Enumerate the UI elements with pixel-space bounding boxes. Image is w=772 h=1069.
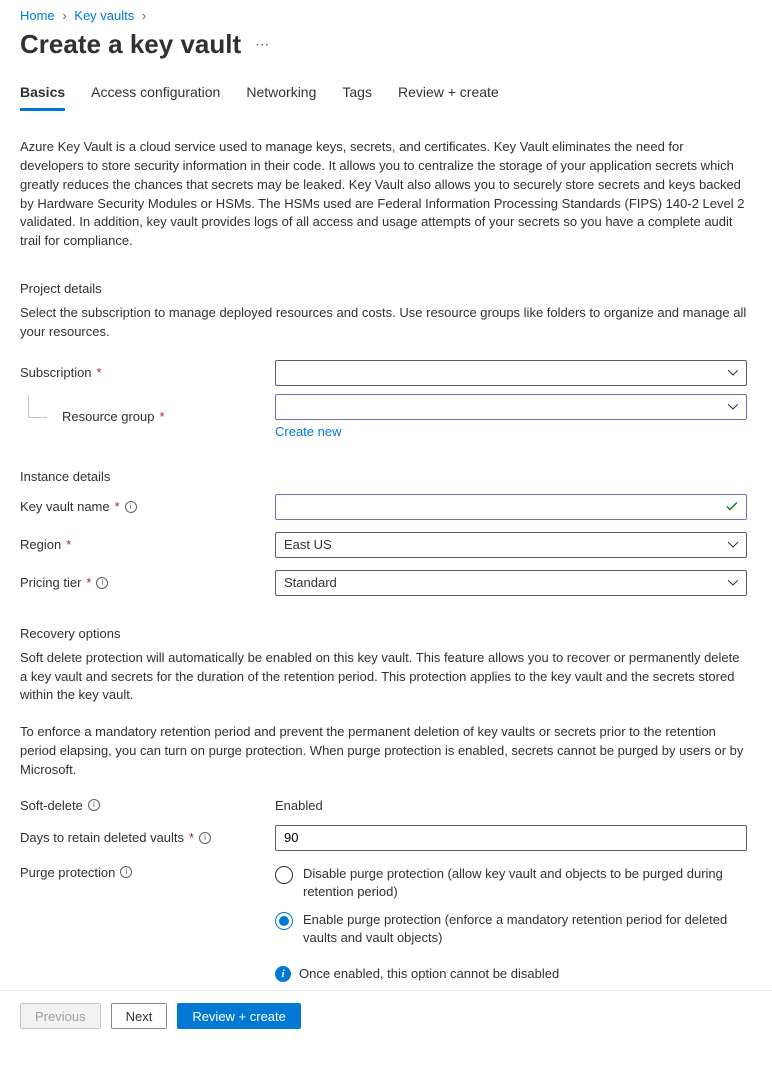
section-recovery-options-title: Recovery options xyxy=(20,626,752,641)
page-title: Create a key vault xyxy=(20,29,241,60)
section-instance-details-title: Instance details xyxy=(20,469,752,484)
purge-protection-label: Purge protection i xyxy=(20,865,275,880)
recovery-desc-2: To enforce a mandatory retention period … xyxy=(20,723,750,780)
days-retain-input[interactable] xyxy=(275,825,747,851)
review-create-button[interactable]: Review + create xyxy=(177,1003,301,1029)
info-icon: i xyxy=(275,966,291,982)
chevron-right-icon: › xyxy=(142,8,146,23)
region-value: East US xyxy=(284,537,332,552)
pricing-tier-label: Pricing tier* i xyxy=(20,575,275,590)
check-icon xyxy=(726,499,738,514)
next-button[interactable]: Next xyxy=(111,1003,168,1029)
footer-bar: Previous Next Review + create xyxy=(0,990,772,1041)
breadcrumb-home[interactable]: Home xyxy=(20,8,55,23)
info-icon[interactable]: i xyxy=(120,866,132,878)
days-retain-label: Days to retain deleted vaults* i xyxy=(20,830,275,845)
tab-basics[interactable]: Basics xyxy=(20,78,65,111)
chevron-down-icon xyxy=(728,580,738,586)
soft-delete-value: Enabled xyxy=(275,798,323,813)
key-vault-name-label: Key vault name* i xyxy=(20,499,275,514)
purge-disable-radio[interactable]: Disable purge protection (allow key vaul… xyxy=(275,865,747,901)
info-icon[interactable]: i xyxy=(125,501,137,513)
key-vault-name-input[interactable] xyxy=(275,494,747,520)
chevron-down-icon xyxy=(728,404,738,410)
tab-review-create[interactable]: Review + create xyxy=(398,78,499,111)
recovery-desc-1: Soft delete protection will automaticall… xyxy=(20,649,750,706)
tab-networking[interactable]: Networking xyxy=(246,78,316,111)
tab-tags[interactable]: Tags xyxy=(342,78,372,111)
soft-delete-label: Soft-delete i xyxy=(20,798,275,813)
pricing-tier-value: Standard xyxy=(284,575,337,590)
more-icon[interactable]: ⋯ xyxy=(255,36,270,53)
intro-text: Azure Key Vault is a cloud service used … xyxy=(20,138,750,251)
chevron-down-icon xyxy=(728,542,738,548)
chevron-down-icon xyxy=(728,370,738,376)
section-project-details-desc: Select the subscription to manage deploy… xyxy=(20,304,750,342)
purge-note-row: i Once enabled, this option cannot be di… xyxy=(275,966,747,982)
purge-note-text: Once enabled, this option cannot be disa… xyxy=(299,966,559,981)
info-icon[interactable]: i xyxy=(96,577,108,589)
resource-group-select[interactable] xyxy=(275,394,747,420)
chevron-right-icon: › xyxy=(62,8,66,23)
subscription-label: Subscription* xyxy=(20,365,275,380)
region-select[interactable]: East US xyxy=(275,532,747,558)
radio-icon xyxy=(275,912,293,930)
info-icon[interactable]: i xyxy=(199,832,211,844)
breadcrumb-keyvaults[interactable]: Key vaults xyxy=(74,8,134,23)
create-new-link[interactable]: Create new xyxy=(275,424,341,439)
purge-enable-radio[interactable]: Enable purge protection (enforce a manda… xyxy=(275,911,747,947)
breadcrumb: Home › Key vaults › xyxy=(20,8,752,23)
previous-button[interactable]: Previous xyxy=(20,1003,101,1029)
info-icon[interactable]: i xyxy=(88,799,100,811)
purge-disable-label: Disable purge protection (allow key vaul… xyxy=(303,865,747,901)
radio-icon xyxy=(275,866,293,884)
subscription-select[interactable] xyxy=(275,360,747,386)
purge-enable-label: Enable purge protection (enforce a manda… xyxy=(303,911,747,947)
region-label: Region* xyxy=(20,537,275,552)
section-project-details-title: Project details xyxy=(20,281,752,296)
resource-group-label: Resource group* xyxy=(20,409,275,424)
tab-access-configuration[interactable]: Access configuration xyxy=(91,78,220,111)
tabs: Basics Access configuration Networking T… xyxy=(20,78,752,112)
pricing-tier-select[interactable]: Standard xyxy=(275,570,747,596)
